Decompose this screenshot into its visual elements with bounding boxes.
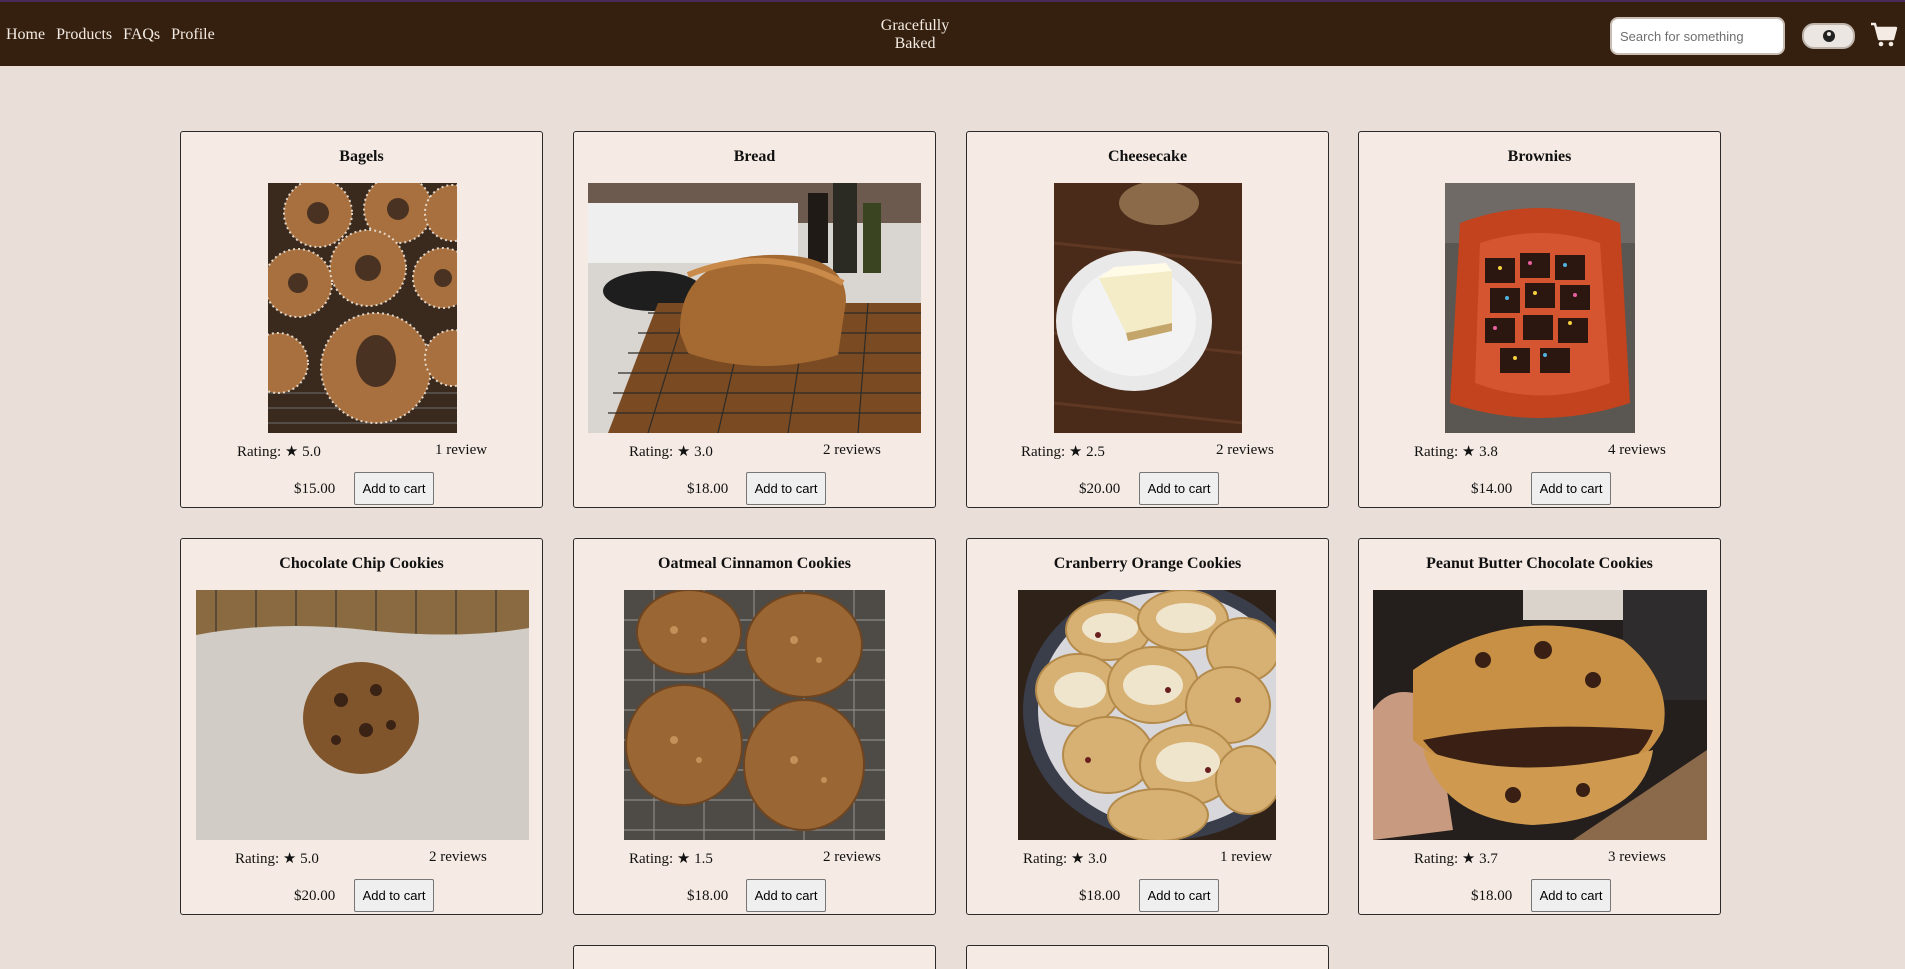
product-card: Oatmeal Cinnamon Cookies Rating: ★ 1.5 2… xyxy=(573,538,936,915)
product-card xyxy=(966,945,1329,969)
product-card: Bagels Rating: ★ 5.0 1 review $15.00 Add… xyxy=(180,131,543,508)
product-card xyxy=(573,945,936,969)
product-title: Peanut Butter Chocolate Cookies xyxy=(1426,555,1653,572)
add-to-cart-button[interactable]: Add to cart xyxy=(746,879,826,912)
profile-button[interactable] xyxy=(1802,23,1855,49)
product-price: $18.00 xyxy=(687,888,729,904)
add-to-cart-button[interactable]: Add to cart xyxy=(354,472,434,505)
product-rating: Rating: ★ 2.5 xyxy=(1021,444,1105,460)
product-card: Cheesecake Rating: ★ 2.5 2 reviews $20.0… xyxy=(966,131,1329,508)
product-reviews: 2 reviews xyxy=(823,849,881,865)
product-price: $20.00 xyxy=(1079,481,1121,497)
product-price: $14.00 xyxy=(1471,481,1513,497)
product-rating: Rating: ★ 5.0 xyxy=(237,444,321,460)
product-price: $15.00 xyxy=(294,481,336,497)
nav-link-home[interactable]: Home xyxy=(6,26,45,44)
product-card: Brownies Rating: ★ 3.8 4 reviews $14.00 … xyxy=(1358,131,1721,508)
product-card: Cranberry Orange Cookies Rating: ★ 3.0 1… xyxy=(966,538,1329,915)
nav-link-products[interactable]: Products xyxy=(56,26,112,44)
search-input[interactable] xyxy=(1610,17,1785,55)
product-title: Cheesecake xyxy=(1107,148,1188,165)
product-title: Bagels xyxy=(339,148,384,165)
product-photo-bagels xyxy=(268,183,457,433)
product-photo-cranberry-orange-cookies xyxy=(1018,590,1276,840)
product-reviews: 1 review xyxy=(435,442,488,458)
product-price: $18.00 xyxy=(1079,888,1121,904)
product-card: Bread Rating: ★ 3.0 2 reviews $18.00 Add… xyxy=(573,131,936,508)
product-price: $18.00 xyxy=(1471,888,1513,904)
top-navigation-bar: Home Products FAQs Profile Gracefully Ba… xyxy=(0,0,1905,66)
product-photo-peanut-butter-chocolate-cookies xyxy=(1373,590,1707,840)
add-to-cart-button[interactable]: Add to cart xyxy=(746,472,826,505)
product-price: $20.00 xyxy=(294,888,336,904)
product-title: Cranberry Orange Cookies xyxy=(1053,555,1242,572)
user-circle-icon xyxy=(1822,30,1835,42)
add-to-cart-button[interactable]: Add to cart xyxy=(1139,879,1219,912)
product-title: Chocolate Chip Cookies xyxy=(279,555,444,572)
nav-link-profile[interactable]: Profile xyxy=(171,26,215,44)
product-price: $18.00 xyxy=(687,481,729,497)
product-photo-bread xyxy=(588,183,921,433)
product-reviews: 2 reviews xyxy=(823,442,881,458)
shopping-cart-icon[interactable] xyxy=(1870,22,1898,48)
product-photo-chocolate-chip-cookies xyxy=(196,590,529,840)
main-nav: Home Products FAQs Profile xyxy=(6,26,215,44)
add-to-cart-button[interactable]: Add to cart xyxy=(354,879,434,912)
product-photo-brownies xyxy=(1445,183,1635,433)
brand-line-1: Gracefully xyxy=(880,17,950,34)
brand-line-2: Baked xyxy=(894,35,936,52)
site-brand: Gracefully Baked xyxy=(855,17,975,53)
product-card: Peanut Butter Chocolate Cookies Rating: … xyxy=(1358,538,1721,915)
product-rating: Rating: ★ 5.0 xyxy=(235,851,319,867)
product-rating: Rating: ★ 3.8 xyxy=(1414,444,1498,460)
product-reviews: 1 review xyxy=(1220,849,1273,865)
product-title: Oatmeal Cinnamon Cookies xyxy=(658,555,851,572)
product-card: Chocolate Chip Cookies Rating: ★ 5.0 2 r… xyxy=(180,538,543,915)
product-reviews: 2 reviews xyxy=(429,849,487,865)
product-title: Bread xyxy=(733,148,776,165)
add-to-cart-button[interactable]: Add to cart xyxy=(1531,472,1611,505)
product-reviews: 4 reviews xyxy=(1608,442,1666,458)
add-to-cart-button[interactable]: Add to cart xyxy=(1531,879,1611,912)
add-to-cart-button[interactable]: Add to cart xyxy=(1139,472,1219,505)
product-title: Brownies xyxy=(1507,148,1572,165)
nav-link-faqs[interactable]: FAQs xyxy=(123,26,160,44)
product-rating: Rating: ★ 1.5 xyxy=(629,851,713,867)
product-photo-oatmeal-cinnamon-cookies xyxy=(624,590,885,840)
product-reviews: 2 reviews xyxy=(1216,442,1274,458)
product-rating: Rating: ★ 3.0 xyxy=(629,444,713,460)
product-rating: Rating: ★ 3.0 xyxy=(1023,851,1107,867)
product-reviews: 3 reviews xyxy=(1608,849,1666,865)
product-rating: Rating: ★ 3.7 xyxy=(1414,851,1498,867)
product-photo-cheesecake xyxy=(1054,183,1242,433)
